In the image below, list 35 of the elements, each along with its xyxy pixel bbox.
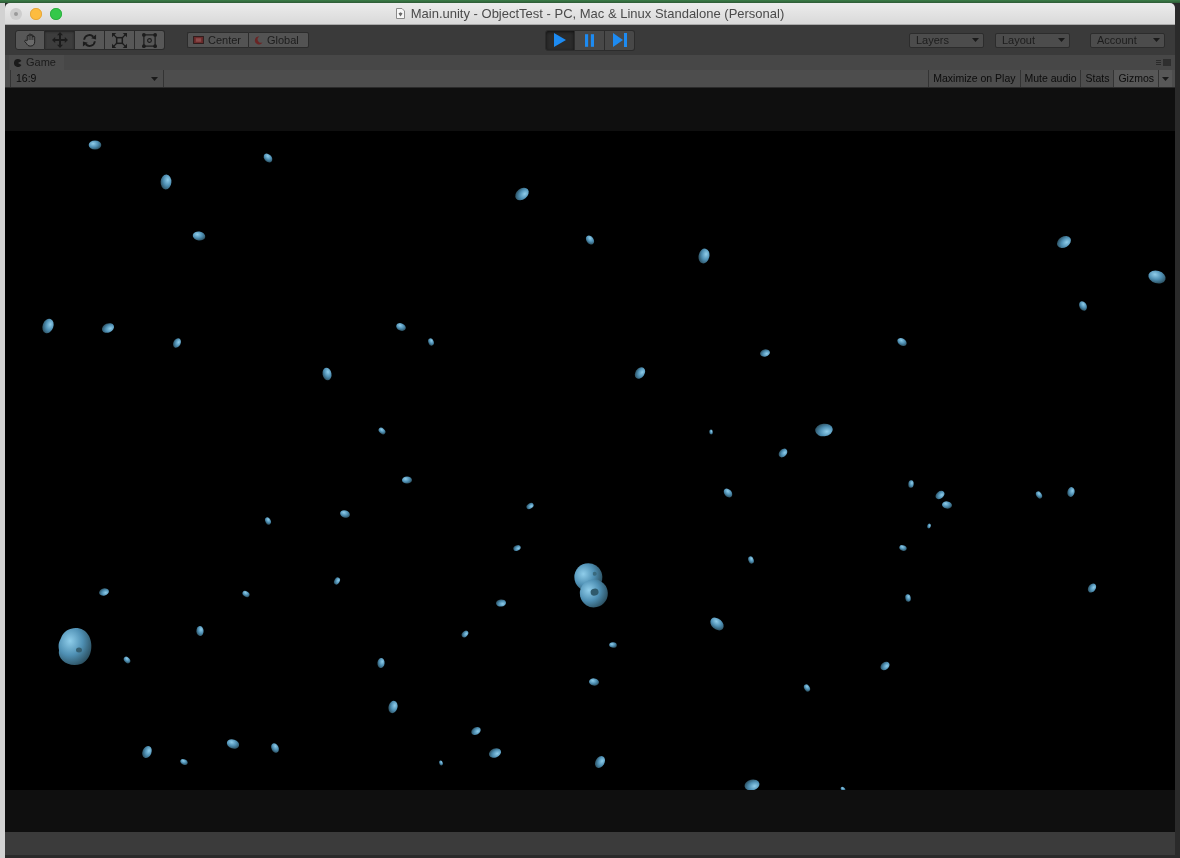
step-forward-icon	[612, 33, 627, 47]
zoom-button[interactable]	[50, 7, 62, 20]
caret-icon	[1162, 76, 1169, 81]
caret-icon	[151, 76, 158, 81]
move-tool-button[interactable]	[45, 30, 75, 50]
pause-icon	[585, 33, 594, 47]
four-arrows-icon	[51, 32, 68, 48]
maximize-on-play-toggle[interactable]: Maximize on Play	[928, 70, 1020, 87]
hand-tool-button[interactable]	[15, 30, 45, 50]
pie-icon	[14, 58, 22, 67]
aspect-ratio-dropdown[interactable]: 16:9	[10, 70, 164, 87]
panel-menu-icon[interactable]	[1156, 59, 1171, 66]
caret-icon	[1153, 38, 1160, 42]
circular-arrows-icon	[82, 32, 97, 48]
minimize-button[interactable]	[30, 7, 42, 20]
mute-audio-toggle[interactable]: Mute audio	[1019, 70, 1081, 87]
play-icon	[554, 33, 566, 47]
scale-tool-button[interactable]	[105, 30, 135, 50]
document-icon	[395, 8, 405, 19]
diagonal-arrows-icon	[112, 32, 127, 48]
play-button[interactable]	[545, 29, 575, 51]
hand-icon	[23, 33, 37, 47]
crescent-icon	[254, 35, 263, 45]
step-button[interactable]	[605, 29, 635, 51]
close-button[interactable]	[10, 7, 22, 20]
window-title: Main.unity - ObjectTest - PC, Mac & Linux Standalone (Personal)	[410, 4, 785, 23]
square-corners-icon	[142, 32, 157, 48]
gizmos-dropdown-button[interactable]	[1158, 70, 1172, 87]
rect-tool-button[interactable]	[135, 30, 165, 50]
rotate-tool-button[interactable]	[75, 30, 105, 50]
rectangle-icon	[193, 36, 204, 44]
pause-button[interactable]	[575, 29, 605, 51]
caret-icon	[1058, 38, 1065, 42]
caret-icon	[972, 38, 979, 42]
gizmos-toggle[interactable]: Gizmos	[1113, 70, 1158, 87]
